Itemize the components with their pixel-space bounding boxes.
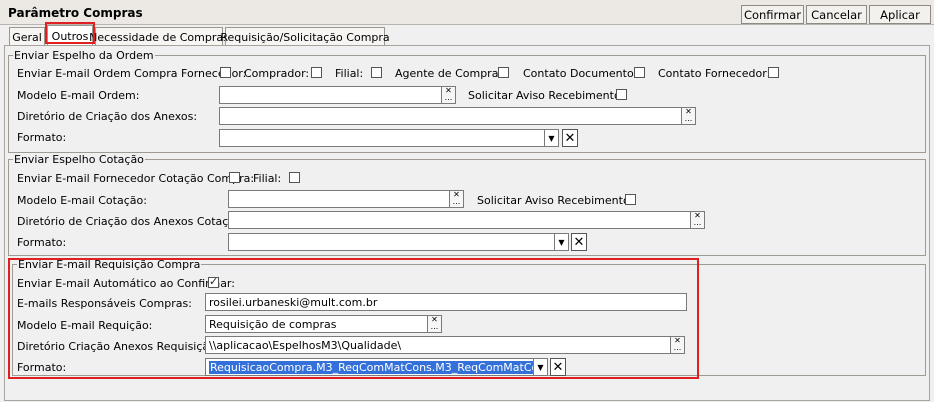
filial-label: Filial: bbox=[335, 67, 364, 80]
clear-icon[interactable]: ✕ bbox=[571, 233, 587, 251]
modelo-email-requisicao-label: Modelo E-mail Requição: bbox=[17, 319, 153, 332]
chevron-down-icon[interactable]: ▼ bbox=[544, 129, 559, 147]
email-fornecedor-cotacao-label: Enviar E-mail Fornecedor Cotação Compra: bbox=[17, 172, 255, 185]
group-title-requisicao: Enviar E-mail Requisição Compra bbox=[17, 258, 202, 271]
modelo-email-requisicao-input[interactable]: Requisição de compras bbox=[205, 315, 428, 333]
agente-compra-checkbox[interactable] bbox=[498, 67, 509, 78]
tab-geral[interactable]: Geral bbox=[9, 27, 45, 46]
formato-cotacao-label: Formato: bbox=[17, 236, 67, 249]
formato-requisicao-value: RequisicaoCompra.M3_ReqComMatCons.M3_Req… bbox=[209, 361, 533, 374]
dots-icon: ... bbox=[430, 322, 439, 331]
diretorio-anexos-requisicao-label: Diretório Criação Anexos Requisição: bbox=[17, 340, 220, 353]
cancel-button[interactable]: Cancelar bbox=[806, 5, 867, 24]
chevron-down-icon[interactable]: ▼ bbox=[533, 358, 548, 376]
clear-icon[interactable]: ✕ bbox=[550, 358, 566, 376]
tab-requisicao-solicitacao[interactable]: Requisição/Solicitação Compra bbox=[220, 27, 390, 46]
dots-icon: ... bbox=[452, 197, 461, 206]
confirm-button[interactable]: Confirmar bbox=[741, 5, 804, 24]
filial-cotacao-checkbox[interactable] bbox=[289, 172, 300, 183]
diretorio-anexos-cotacao-label: Diretório de Criação dos Anexos Cotação: bbox=[17, 215, 246, 228]
contato-fornecedor-checkbox[interactable] bbox=[768, 67, 779, 78]
diretorio-anexos-requisicao-lookup-button[interactable]: ✕... bbox=[670, 336, 685, 354]
chevron-down-icon[interactable]: ▼ bbox=[554, 233, 569, 251]
title-bar: Parâmetro Compras Confirmar Cancelar Apl… bbox=[0, 0, 934, 25]
formato-ordem-select[interactable] bbox=[219, 129, 545, 147]
email-automatico-label: Enviar E-mail Automático ao Confirmar: bbox=[17, 277, 235, 290]
formato-requisicao-label: Formato: bbox=[17, 361, 67, 374]
modelo-email-cotacao-label: Modelo E-mail Cotação: bbox=[17, 194, 147, 207]
diretorio-anexos-input[interactable] bbox=[219, 107, 682, 125]
tab-bar: Geral Outros Necessidade de Compras Requ… bbox=[0, 24, 934, 46]
email-automatico-checkbox[interactable] bbox=[208, 275, 219, 288]
emails-responsaveis-input[interactable]: rosilei.urbaneski@mult.com.br bbox=[205, 293, 687, 311]
formato-cotacao-select[interactable] bbox=[228, 233, 555, 251]
dots-icon: ... bbox=[444, 93, 453, 102]
formato-ordem-label: Formato: bbox=[17, 131, 67, 144]
solicitar-aviso-ordem-checkbox[interactable] bbox=[616, 89, 627, 100]
clear-icon[interactable]: ✕ bbox=[562, 129, 578, 147]
window-title: Parâmetro Compras bbox=[8, 6, 143, 20]
email-ordem-fornecedor-checkbox[interactable] bbox=[220, 67, 231, 78]
diretorio-anexos-cotacao-lookup-button[interactable]: ✕... bbox=[690, 211, 705, 229]
filial-cotacao-label: Filial: bbox=[253, 172, 282, 185]
solicitar-aviso-cotacao-label: Solicitar Aviso Recebimento: bbox=[477, 194, 634, 207]
apply-button[interactable]: Aplicar bbox=[869, 5, 931, 24]
modelo-email-ordem-input[interactable] bbox=[219, 86, 442, 104]
tab-necessidade-de-compras[interactable]: Necessidade de Compras bbox=[89, 27, 229, 46]
contato-documento-checkbox[interactable] bbox=[634, 67, 645, 78]
dots-icon: ... bbox=[684, 114, 693, 123]
dots-icon: ... bbox=[673, 343, 682, 352]
diretorio-anexos-lookup-button[interactable]: ✕... bbox=[681, 107, 696, 125]
diretorio-anexos-cotacao-input[interactable] bbox=[228, 211, 691, 229]
modelo-email-cotacao-lookup-button[interactable]: ✕... bbox=[449, 190, 464, 208]
email-ordem-fornecedor-label: Enviar E-mail Ordem Compra Fornecedor: bbox=[17, 67, 247, 80]
email-fornecedor-cotacao-checkbox[interactable] bbox=[229, 172, 240, 183]
modelo-email-requisicao-lookup-button[interactable]: ✕... bbox=[427, 315, 442, 333]
comprador-label: Comprador: bbox=[244, 67, 310, 80]
formato-requisicao-select[interactable]: RequisicaoCompra.M3_ReqComMatCons.M3_Req… bbox=[205, 358, 534, 376]
emails-responsaveis-label: E-mails Responsáveis Compras: bbox=[17, 297, 192, 310]
agente-compra-label: Agente de Compra: bbox=[395, 67, 503, 80]
solicitar-aviso-ordem-label: Solicitar Aviso Recebimento: bbox=[468, 89, 625, 102]
contato-documento-label: Contato Documento: bbox=[523, 67, 638, 80]
group-title-ordem: Enviar Espelho da Ordem bbox=[13, 49, 155, 62]
comprador-checkbox[interactable] bbox=[311, 67, 322, 78]
group-title-cotacao: Enviar Espelho Cotação bbox=[13, 153, 145, 166]
tab-outros[interactable]: Outros bbox=[47, 25, 93, 46]
filial-checkbox[interactable] bbox=[371, 67, 382, 78]
diretorio-anexos-label: Diretório de Criação dos Anexos: bbox=[17, 110, 198, 123]
solicitar-aviso-cotacao-checkbox[interactable] bbox=[625, 194, 636, 205]
contato-fornecedor-label: Contato Fornecedor: bbox=[658, 67, 771, 80]
modelo-email-ordem-lookup-button[interactable]: ✕... bbox=[441, 86, 456, 104]
diretorio-anexos-requisicao-input[interactable]: \\aplicacao\EspelhosM3\Qualidade\ bbox=[205, 336, 671, 354]
modelo-email-cotacao-input[interactable] bbox=[228, 190, 450, 208]
modelo-email-ordem-label: Modelo E-mail Ordem: bbox=[17, 89, 140, 102]
dots-icon: ... bbox=[693, 218, 702, 227]
